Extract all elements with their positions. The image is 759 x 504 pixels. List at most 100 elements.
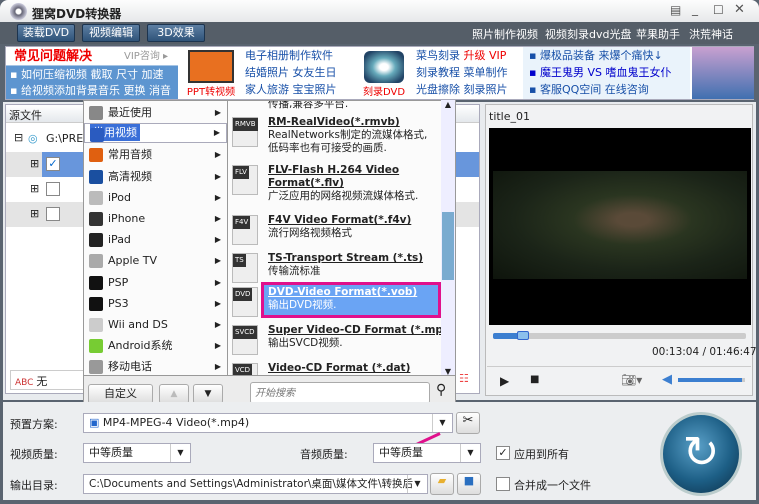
game-link[interactable]: ▪ 客服QQ空间 在线咨询 bbox=[529, 81, 690, 98]
audio-quality-select[interactable]: 中等质量 ▼ bbox=[373, 443, 481, 463]
video-quality-label: 视频质量: bbox=[10, 448, 58, 461]
link-apple-helper[interactable]: 苹果助手 bbox=[636, 26, 680, 42]
stop-button[interactable]: ■ bbox=[530, 374, 539, 385]
app-logo-icon bbox=[10, 3, 27, 20]
format-item[interactable]: VCD Video-CD Format (*.dat) bbox=[228, 361, 441, 375]
ps3-icon bbox=[89, 296, 103, 311]
faq-line[interactable]: ▪ 给视频添加背景音乐 更换 消音 bbox=[10, 82, 171, 99]
browse-folder-button[interactable]: ■ bbox=[457, 473, 481, 495]
format-item[interactable]: 传播,兼容多平台. bbox=[228, 100, 441, 114]
burn-link[interactable]: 菜单制作 bbox=[464, 66, 508, 79]
menu-item-psp[interactable]: PSP ▶ bbox=[84, 272, 227, 294]
link-photo-video[interactable]: 照片制作视频 bbox=[472, 26, 538, 42]
faq-title[interactable]: 常见问题解决 bbox=[14, 48, 92, 65]
chevron-right-icon: ▶ bbox=[213, 128, 220, 138]
chevron-right-icon: ▶ bbox=[214, 298, 221, 308]
album-link[interactable]: 结婚照片 女友生日 bbox=[245, 64, 350, 81]
menu-item-label: iPhone bbox=[108, 212, 146, 225]
title-checkbox[interactable]: ✓ bbox=[46, 157, 60, 171]
menu-item-ps3[interactable]: PS3 ▶ bbox=[84, 293, 227, 315]
minimize-button[interactable]: _ bbox=[692, 2, 698, 16]
vip-upgrade-link[interactable]: 升级 VIP bbox=[464, 49, 507, 62]
seek-bar[interactable] bbox=[493, 331, 746, 340]
apply-all-checkbox[interactable]: ✓ bbox=[496, 446, 510, 460]
title-checkbox[interactable] bbox=[46, 207, 60, 221]
move-up-button[interactable]: ▲ bbox=[159, 384, 189, 404]
menu-item-android系统[interactable]: Android系统 ▶ bbox=[84, 335, 227, 357]
album-link[interactable]: 电子相册制作软件 bbox=[245, 47, 350, 64]
volume-icon[interactable]: ◀ bbox=[662, 372, 672, 387]
burn-link[interactable]: 刻录教程 bbox=[416, 66, 460, 79]
video-quality-select[interactable]: 中等质量 ▼ bbox=[83, 443, 191, 463]
format-item[interactable]: TS TS-Transport Stream (*.ts) 传输流标准 bbox=[228, 251, 441, 283]
ppt-ad[interactable]: PPT转视频 bbox=[181, 47, 241, 99]
volume-slider[interactable] bbox=[678, 378, 745, 382]
menu-item-ipod[interactable]: iPod ▶ bbox=[84, 187, 227, 209]
menu-item-wii-and-ds[interactable]: Wii and DS ▶ bbox=[84, 314, 227, 336]
close-button[interactable]: ✕ bbox=[734, 2, 745, 17]
game-link[interactable]: ▪ 魔王鬼男 VS 嗜血鬼王女仆 bbox=[529, 64, 690, 81]
burn-link[interactable]: 刻录照片 bbox=[464, 83, 508, 96]
maximize-button[interactable]: ☐ bbox=[713, 3, 724, 17]
output-path-select[interactable]: C:\Documents and Settings\Administrator\… bbox=[83, 474, 428, 494]
menu-item-ipad[interactable]: iPad ▶ bbox=[84, 229, 227, 251]
subtitle-select[interactable]: ABC 无 bbox=[10, 370, 85, 390]
video-edit-button[interactable]: 视频编辑 bbox=[82, 24, 140, 42]
search-icon[interactable]: ⚲ bbox=[436, 382, 446, 398]
format-scrollbar[interactable]: ▲ ▼ bbox=[441, 100, 455, 376]
profile-category-menu: 最近使用 ▶ 常用视频 ▶ 常用音频 ▶ 高清视频 ▶ iPod ▶ iPhone ▶ iPad ▶ App… bbox=[83, 100, 228, 376]
format-item[interactable]: DVD DVD-Video Format(*.vob) 输出DVD视频. bbox=[232, 282, 441, 318]
album-link[interactable]: 家人旅游 宝宝照片 bbox=[245, 81, 350, 98]
vip-link[interactable]: VIP咨询 ▸ bbox=[124, 48, 168, 65]
preset-select[interactable]: ▣ MP4-MPEG-4 Video(*.mp4) ▼ bbox=[83, 413, 453, 433]
camera-icon[interactable]: 📷︎▾ bbox=[621, 373, 642, 387]
convert-button[interactable]: ↻ bbox=[660, 412, 742, 496]
format-desc: RealNetworks制定的流媒体格式, 低码率也有可接受的画质. bbox=[268, 129, 428, 154]
3d-effect-button[interactable]: 3D效果 bbox=[147, 24, 205, 42]
burn-dvd-ad[interactable]: 刻录DVD bbox=[356, 47, 412, 99]
merge-checkbox[interactable] bbox=[496, 477, 510, 491]
remove-list-icon[interactable]: ☷ bbox=[459, 372, 469, 385]
format-item[interactable]: F4V F4V Video Format(*.f4v) 流行网络视频格式 bbox=[228, 213, 441, 245]
title-checkbox[interactable] bbox=[46, 182, 60, 196]
source-root[interactable]: G:\PRE bbox=[46, 132, 83, 145]
menu-item-label: PS3 bbox=[108, 296, 129, 310]
menu-icon[interactable]: ▤ bbox=[670, 3, 681, 17]
faq-line[interactable]: ▪ 如何压缩视频 截取 尺寸 加速 bbox=[10, 66, 163, 83]
format-title: DVD-Video Format(*.vob) bbox=[268, 286, 418, 298]
burn-link[interactable]: 菜鸟刻录 bbox=[416, 49, 460, 62]
custom-button[interactable]: 自定义 bbox=[88, 384, 153, 404]
subtitle-icon: ABC bbox=[15, 378, 37, 388]
disc-icon bbox=[364, 51, 404, 83]
play-button[interactable]: ▶ bbox=[500, 374, 509, 388]
video-icon bbox=[90, 128, 104, 143]
game-banner-image[interactable] bbox=[692, 47, 754, 99]
link-game[interactable]: 洪荒神话 bbox=[689, 26, 733, 42]
burn-link[interactable]: 光盘擦除 bbox=[416, 83, 460, 96]
menu-item-高清视频[interactable]: 高清视频 ▶ bbox=[84, 166, 227, 188]
menu-item-iphone[interactable]: iPhone ▶ bbox=[84, 208, 227, 230]
output-label: 输出目录: bbox=[10, 479, 58, 492]
format-item[interactable]: SVCD Super Video-CD Format (*.mpg) 输出SVCD视… bbox=[228, 323, 455, 355]
format-item[interactable]: FLV FLV-Flash H.264 Video Format(*.flv) 广泛… bbox=[228, 163, 441, 206]
format-desc: 传播,兼容多平台. bbox=[268, 100, 349, 110]
menu-item-常用音频[interactable]: 常用音频 ▶ bbox=[84, 144, 227, 166]
link-burn-dvd[interactable]: 视频刻录dvd光盘 bbox=[545, 26, 631, 42]
preset-settings-button[interactable]: ✂ bbox=[456, 412, 480, 434]
game-link[interactable]: ▪ 爆极品装备 来爆个痛快↓ bbox=[529, 47, 690, 64]
menu-item-最近使用[interactable]: 最近使用 ▶ bbox=[84, 102, 227, 124]
phone-icon bbox=[89, 360, 103, 375]
audio-quality-label: 音频质量: bbox=[300, 448, 348, 461]
search-input[interactable] bbox=[250, 382, 430, 404]
open-folder-button[interactable]: ▰ bbox=[430, 473, 454, 495]
load-dvd-button[interactable]: 装载DVD bbox=[17, 24, 75, 42]
menu-item-apple-tv[interactable]: Apple TV ▶ bbox=[84, 250, 227, 272]
menu-item-常用视频[interactable]: 常用视频 ▶ bbox=[84, 123, 227, 144]
format-title: TS-Transport Stream (*.ts) bbox=[268, 252, 424, 264]
format-item[interactable]: RMVB RM-RealVideo(*.rmvb) RealNetworks制定的流… bbox=[228, 115, 441, 158]
dropdown-arrow-icon[interactable]: ▼ bbox=[432, 414, 452, 432]
seek-thumb[interactable] bbox=[517, 331, 530, 340]
move-down-button[interactable]: ▼ bbox=[193, 384, 223, 404]
preview-title: title_01 bbox=[489, 110, 531, 123]
chevron-right-icon: ▶ bbox=[214, 320, 221, 329]
